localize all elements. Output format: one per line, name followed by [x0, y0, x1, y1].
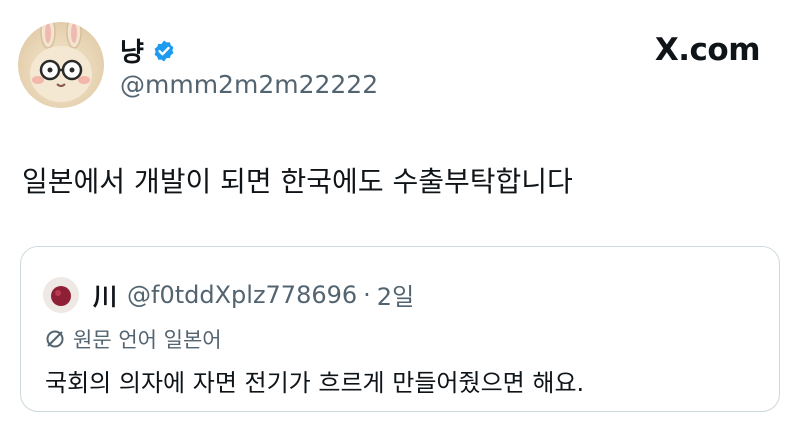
bunny-glasses-avatar-icon [30, 22, 92, 102]
quoted-author-name[interactable]: 川 [93, 277, 117, 312]
tweet-text: 일본에서 개발이 되면 한국에도 수출부탁합니다 [22, 165, 573, 198]
author-handle[interactable]: @mmm2m2m22222 [120, 70, 378, 99]
translation-notice: 원문 언어 일본어 [45, 324, 222, 354]
quoted-tweet-card[interactable]: 川 @f0tddXplz778696 · 2일 원문 언어 일본어 국회의 의자… [20, 246, 780, 412]
author-name[interactable]: 냥 [120, 32, 144, 69]
author-name-row: 냥 [120, 32, 176, 69]
verified-badge-icon [154, 40, 174, 61]
translate-icon [46, 330, 64, 348]
quoted-timestamp[interactable]: 2일 [377, 277, 414, 312]
quoted-tweet-text: 국회의 의자에 자면 전기가 흐르게 만들어줬으면 해요. [45, 369, 585, 397]
quoted-author-handle[interactable]: @f0tddXplz778696 [127, 281, 357, 309]
quoted-author-avatar[interactable] [43, 277, 79, 313]
author-avatar[interactable] [18, 22, 104, 108]
site-label: X.com [654, 32, 761, 68]
quoted-header: 川 @f0tddXplz778696 · 2일 [93, 277, 414, 312]
separator-dot: · [363, 280, 371, 309]
translation-label: 원문 언어 일본어 [73, 328, 222, 352]
red-blob-avatar-icon [43, 277, 79, 313]
